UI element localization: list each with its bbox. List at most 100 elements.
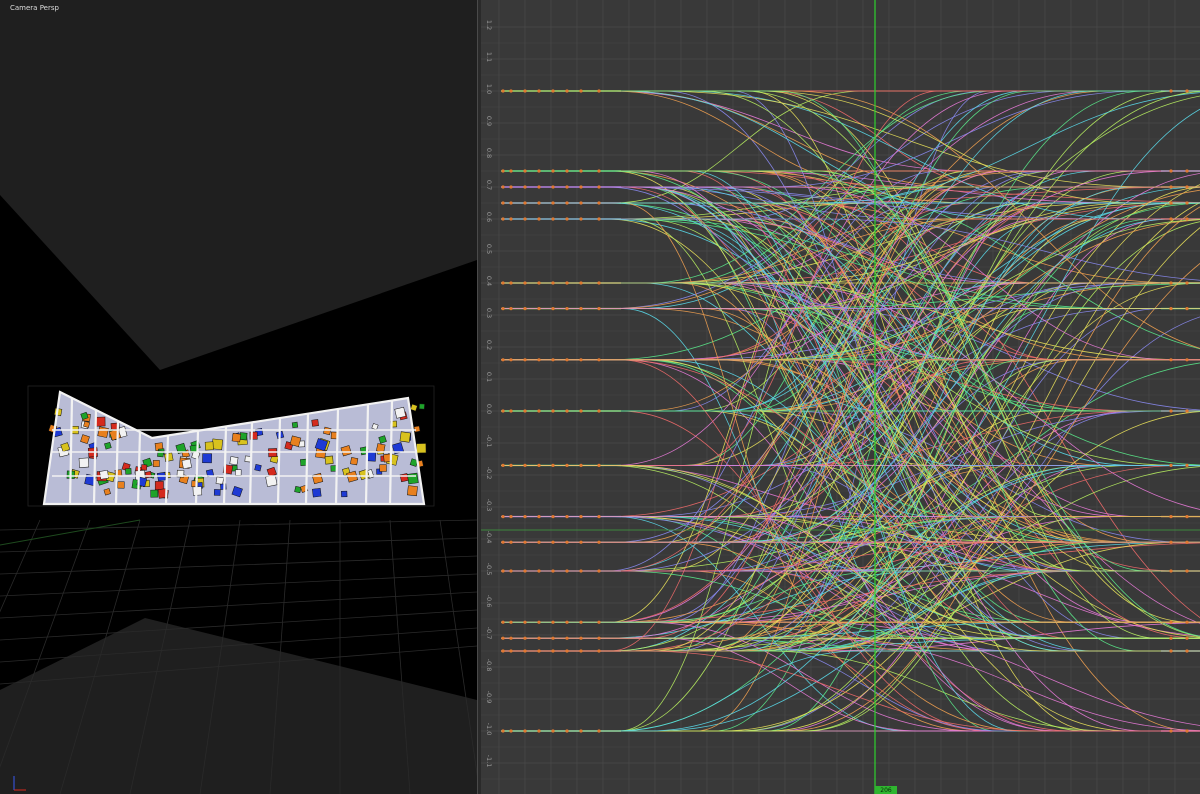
cube-face [229,456,239,466]
keyframe-dot [501,463,505,467]
keyframe-dot [509,463,513,467]
graph-editor[interactable]: 1.2 1.1 1.0 0.9 0.8 0.7 0.6 0.5 0.4 0.3 0.2 0.1 0.0 -… [481,0,1200,794]
keyframe-dot [523,620,527,624]
y-tick-label: 0.3 [485,308,493,318]
keyframe-dot [523,358,527,362]
cube-face [103,488,111,496]
keyframe-dot [523,89,527,93]
keyframe-dot [501,217,505,221]
cube-face [117,481,125,489]
keyframe-dot [597,620,601,624]
keyframe-dot [597,307,601,311]
animation-curve [501,202,1200,639]
keyframe-dot [1185,217,1189,221]
cube-face [323,426,332,436]
keyframe-dot [551,636,555,640]
keyframe-dot [597,569,601,573]
cube-face [235,469,242,476]
keyframe-dot [523,636,527,640]
keyframe-dot [1185,569,1189,573]
keyframe-dot [597,649,601,653]
current-frame-badge[interactable]: 206 [875,786,897,794]
keyframe-dot [537,217,541,221]
keyframe-dot [597,169,601,173]
animation-curve [501,186,1200,652]
cube-face [312,487,322,498]
keyframe-dot [1185,169,1189,173]
keyframe-dot [579,636,583,640]
graph-editor-canvas: 1.2 1.1 1.0 0.9 0.8 0.7 0.6 0.5 0.4 0.3 0.2 0.1 0.0 -… [481,0,1200,794]
keyframe-dot [501,409,505,413]
camera-viewport[interactable]: Camera Persp [0,0,477,794]
animation-curve [501,282,1200,652]
cube-face [99,469,109,480]
cube-face [140,464,148,471]
keyframe-dot [579,620,583,624]
keyframe-dot [1185,409,1189,413]
y-tick-label: 0.2 [485,340,493,350]
keyframe-dot [1185,201,1189,205]
keyframe-dot [501,540,505,544]
keyframe-dot [501,169,505,173]
keyframe-dot [1169,636,1173,640]
keyframe-dot [509,217,513,221]
keyframe-dot [551,409,555,413]
keyframe-dot [579,463,583,467]
animation-curve [501,202,1200,572]
cube-face [181,458,192,470]
keyframe-dot [579,729,583,733]
keyframe-dot [565,620,569,624]
keyframe-dot [501,649,505,653]
keyframe-dot [565,185,569,189]
cube-face [144,471,152,479]
keyframe-dot [523,409,527,413]
keyframe-dot [597,515,601,519]
animation-curve [501,202,1200,572]
keyframe-dot [1185,307,1189,311]
y-tick-label: -0.8 [485,659,493,672]
keyframe-dot [537,89,541,93]
keyframe-dot [597,463,601,467]
keyframe-dot [523,569,527,573]
cube-face [376,443,386,453]
cube-face [418,403,425,410]
keyframe-dot [537,185,541,189]
keyframe-dot [501,201,505,205]
animation-curve [501,202,1200,572]
y-tick-label: 1.0 [485,84,493,94]
animation-curve [501,637,1200,732]
keyframe-dot [509,358,513,362]
keyframe-dot [597,540,601,544]
keyframe-dot [565,217,569,221]
cube-face [78,457,90,468]
grid-line [0,537,477,553]
keyframe-dot [1169,185,1173,189]
keyframe-dot [1169,89,1173,93]
cube-face [213,489,221,496]
y-tick-label: -0.7 [485,627,493,640]
cube-face [95,416,106,427]
keyframe-dot [565,636,569,640]
keyframe-dot [1169,515,1173,519]
cube-face [215,476,224,485]
keyframe-dot [565,409,569,413]
keyframe-dot [509,649,513,653]
y-tick-label: 0.8 [485,148,493,158]
keyframe-dot [537,463,541,467]
keyframe-dot [509,169,513,173]
cube-face [152,460,160,467]
keyframe-dot [509,540,513,544]
y-tick-label: 0.4 [485,276,493,286]
cube-face [254,464,262,472]
cube-face [83,420,91,428]
keyframe-dot [1169,358,1173,362]
cube-face [125,468,132,475]
keyframe-dot [1169,649,1173,653]
keyframe-dot [579,649,583,653]
cube-face [104,441,112,450]
keyframe-dot [551,89,555,93]
keyframe-dot [537,636,541,640]
keyframe-dot [509,307,513,311]
keyframe-dot [597,281,601,285]
keyframe-dot [509,89,513,93]
